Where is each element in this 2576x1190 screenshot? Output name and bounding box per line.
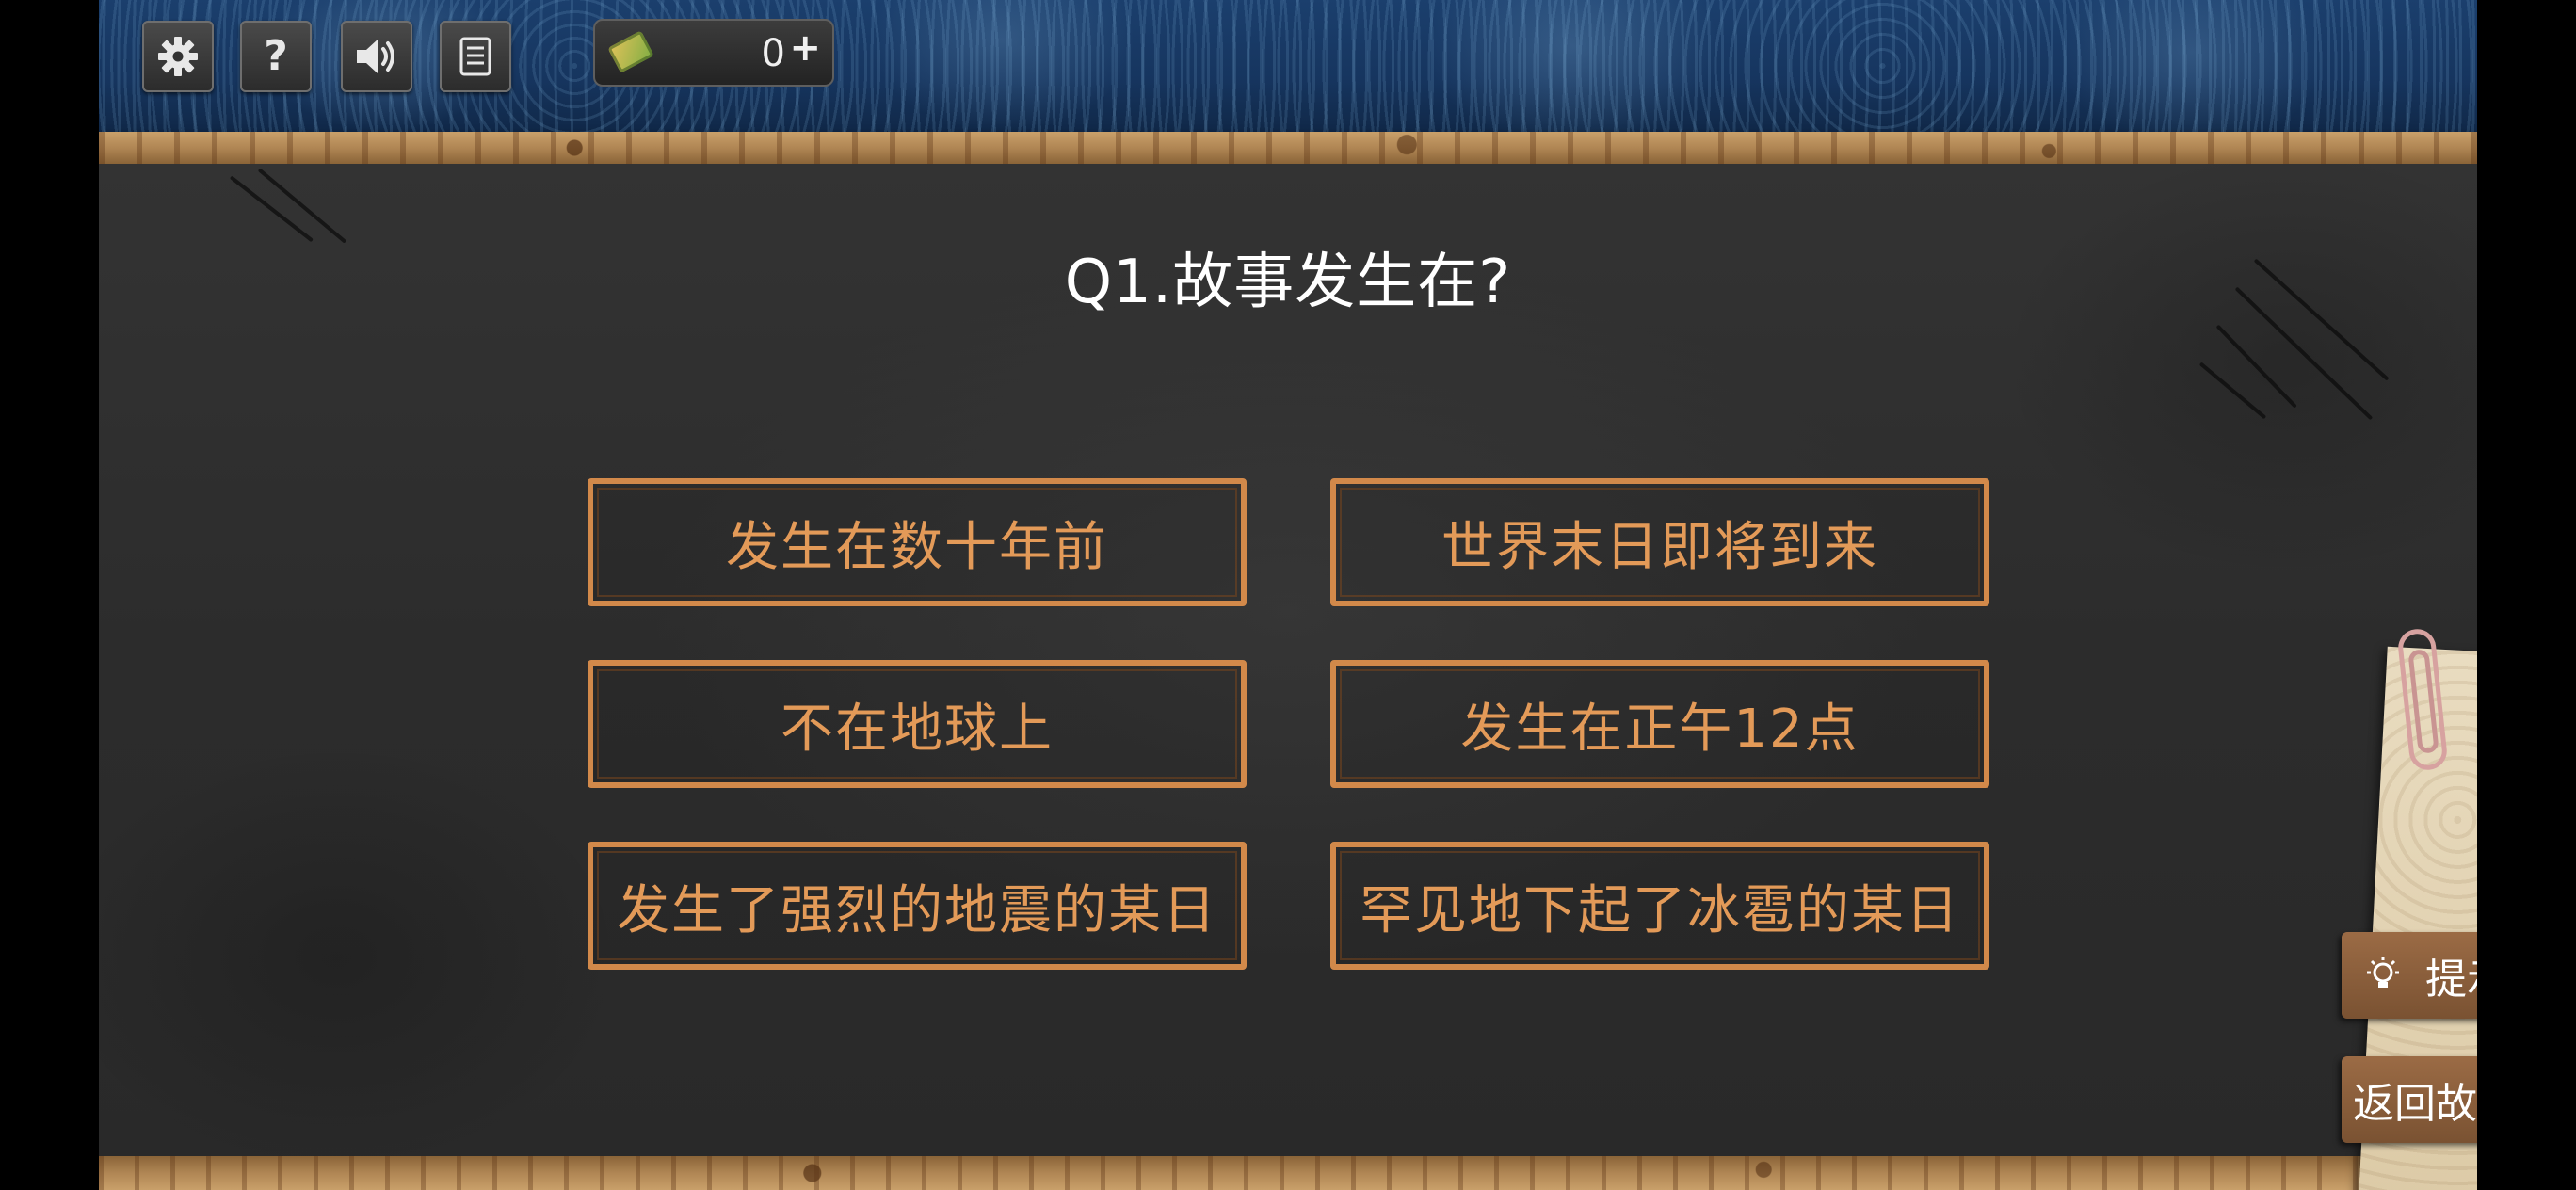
gear-icon xyxy=(158,37,198,76)
help-button[interactable]: ? xyxy=(240,21,312,92)
back-to-story-label: 返回故事 xyxy=(2353,1080,2477,1128)
ticket-count: 0 xyxy=(761,32,785,75)
scratch-mark xyxy=(2198,362,2267,420)
question-mark-icon: ? xyxy=(264,32,288,80)
back-to-story-button[interactable]: 返回故事 xyxy=(2342,1056,2477,1143)
document-icon xyxy=(459,37,491,76)
answer-option-6[interactable]: 罕见地下起了冰雹的某日 xyxy=(1330,842,1989,970)
ticket-icon xyxy=(607,30,654,73)
add-ticket-icon[interactable]: + xyxy=(789,26,821,70)
speaker-icon xyxy=(357,40,394,73)
answer-option-4[interactable]: 发生在正午12点 xyxy=(1330,660,1989,788)
answer-option-1[interactable]: 发生在数十年前 xyxy=(588,478,1247,606)
answer-option-5[interactable]: 发生了强烈的地震的某日 xyxy=(588,842,1247,970)
ticket-counter[interactable]: 0 + xyxy=(593,19,834,87)
sound-button[interactable] xyxy=(341,21,412,92)
settings-button[interactable] xyxy=(142,21,214,92)
board-frame-top xyxy=(99,132,2477,164)
scratch-mark xyxy=(229,175,314,243)
lightbulb-icon xyxy=(2367,957,2399,988)
game-stage: ? 0 + Q1.故事发生在? 发生在数十年前 世界末日即将到来 不在地球上 发… xyxy=(99,0,2477,1190)
answer-option-3[interactable]: 不在地球上 xyxy=(588,660,1247,788)
answer-option-2[interactable]: 世界末日即将到来 xyxy=(1330,478,1989,606)
board-frame-bottom xyxy=(99,1156,2477,1190)
hint-label: 提示 xyxy=(2425,956,2477,1004)
hint-button[interactable]: 提示 xyxy=(2342,932,2477,1019)
question-text: Q1.故事发生在? xyxy=(1064,248,1512,317)
notes-button[interactable] xyxy=(440,21,511,92)
